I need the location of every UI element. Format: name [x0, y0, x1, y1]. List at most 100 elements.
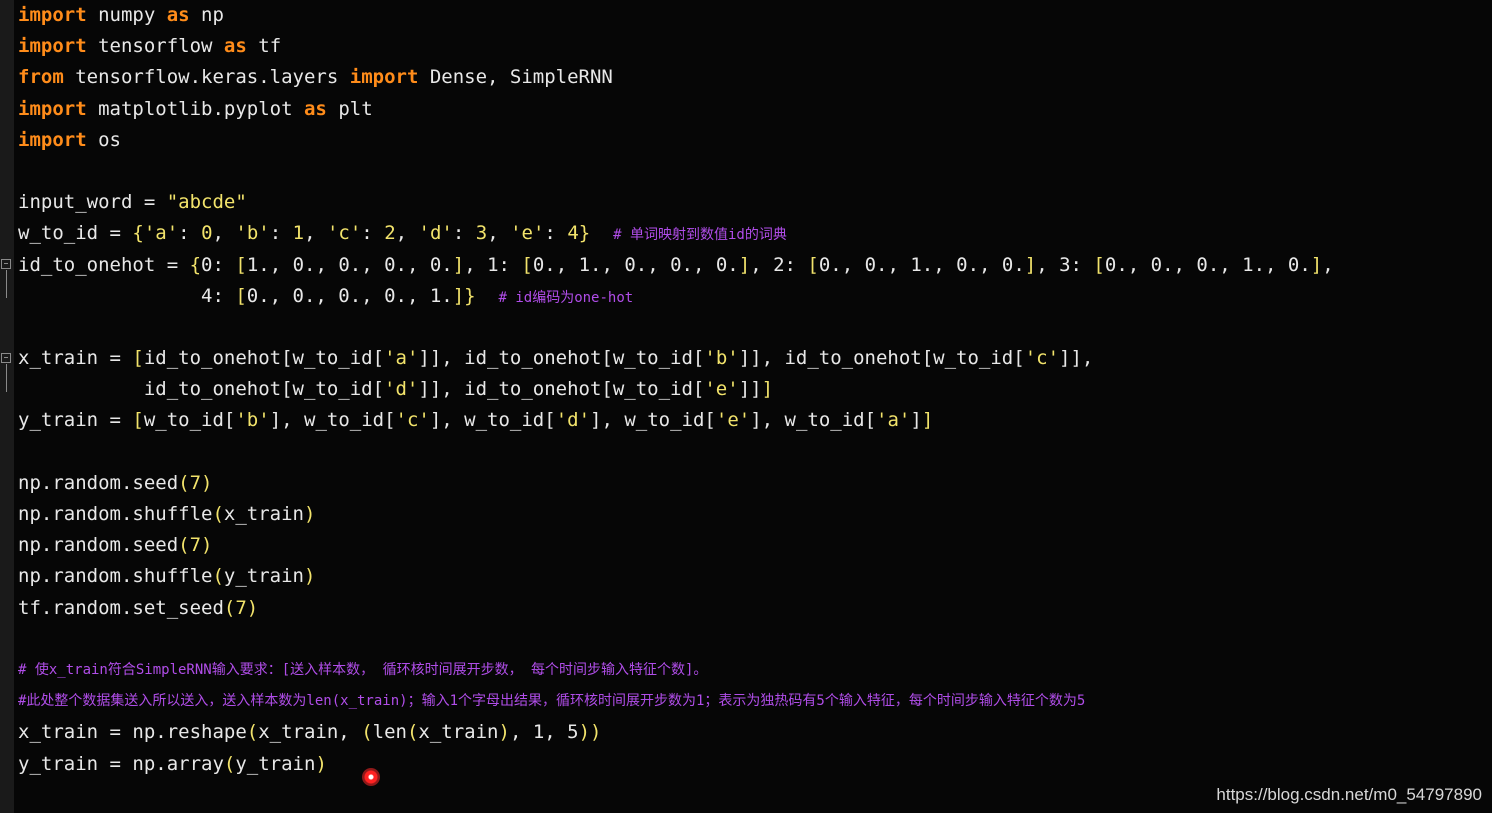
code-token: ]],	[1059, 347, 1094, 370]
code-line[interactable]: np.random.shuffle(x_train)	[18, 499, 1492, 530]
code-token: , 2:	[750, 253, 808, 276]
comment-token: #此处整个数据集送入所以送入，送入样本数为len(x_train)；输入1个字母…	[18, 693, 1086, 710]
string-token: 'e'	[510, 222, 545, 245]
keyword-token: as	[303, 97, 327, 120]
code-token: os	[86, 128, 121, 151]
code-token: )	[498, 721, 510, 744]
code-token: ]	[452, 253, 465, 276]
code-token: ]]	[738, 378, 762, 401]
keyword-token: import	[18, 4, 87, 26]
code-token: len	[372, 721, 407, 744]
code-token: input_word =	[18, 191, 167, 214]
code-token: (	[223, 752, 236, 775]
code-token: ]	[761, 378, 774, 401]
code-line[interactable]: import tensorflow as tf	[18, 31, 1492, 62]
code-line[interactable]: x_train = [id_to_onehot[w_to_id['a']], i…	[18, 343, 1492, 374]
string-token: 'a'	[876, 409, 911, 432]
code-line[interactable]: from tensorflow.keras.layers import Dens…	[18, 62, 1492, 93]
code-token: y_train	[235, 752, 316, 775]
watermark-url: https://blog.csdn.net/m0_54797890	[1216, 785, 1482, 804]
code-token: )	[304, 503, 316, 525]
code-line[interactable]: y_train = [w_to_id['b'], w_to_id['c'], w…	[18, 405, 1492, 436]
code-token: ], w_to_id[	[429, 409, 556, 432]
code-token: (	[361, 721, 373, 744]
code-token: ]	[1310, 253, 1323, 276]
string-token: 'a'	[143, 222, 179, 245]
string-token: 'c'	[1024, 347, 1060, 370]
keyword-token: as	[223, 35, 247, 58]
code-token: (7)	[223, 596, 259, 619]
code-token: ,	[487, 222, 511, 245]
code-token: x_train =	[18, 347, 133, 370]
code-line[interactable]: np.random.seed(7)	[18, 530, 1492, 561]
code-token: 0., 0., 0., 0., 1.	[246, 284, 453, 307]
code-token: :	[361, 222, 385, 245]
code-line[interactable]: w_to_id = {'a': 0, 'b': 1, 'c': 2, 'd': …	[18, 218, 1492, 249]
code-token: )	[304, 565, 316, 588]
fold-toggle-icon[interactable]	[1, 353, 11, 363]
code-token: numpy	[86, 4, 167, 26]
code-token: ], w_to_id[	[269, 409, 396, 432]
code-token: (	[406, 721, 419, 744]
code-token: {	[132, 222, 144, 245]
code-token: {	[189, 253, 202, 276]
code-line[interactable]: y_train = np.array(y_train)	[18, 749, 1492, 780]
code-token: Dense, SimpleRNN	[418, 66, 613, 89]
code-token: tf.random.set_seed	[18, 596, 224, 619]
code-line[interactable]: #此处整个数据集送入所以送入，送入样本数为len(x_train)；输入1个字母…	[18, 686, 1492, 717]
code-line[interactable]: input_word = "abcde"	[18, 187, 1492, 218]
string-token: 'd'	[384, 378, 419, 401]
code-token: ,	[304, 222, 327, 245]
code-token: [	[235, 284, 247, 307]
code-token: (	[212, 503, 224, 525]
code-token: np.random.shuffle	[18, 565, 213, 588]
code-token: , 1, 5	[509, 721, 579, 744]
mouse-pointer-icon	[362, 768, 380, 786]
code-token: tensorflow	[86, 35, 224, 58]
code-line[interactable]: x_train = np.reshape(x_train, (len(x_tra…	[18, 717, 1492, 748]
code-token: , 1:	[464, 253, 522, 276]
code-token: ]	[738, 253, 751, 276]
code-line[interactable]: import matplotlib.pyplot as plt	[18, 94, 1492, 125]
code-token: }	[578, 222, 591, 245]
code-token: [	[521, 253, 533, 276]
code-line[interactable]: np.random.seed(7)	[18, 468, 1492, 499]
code-line[interactable]: id_to_onehot[w_to_id['d']], id_to_onehot…	[18, 374, 1492, 405]
code-token: ], w_to_id[	[590, 409, 716, 432]
string-token: 'd'	[418, 222, 453, 245]
code-line[interactable]: import os	[18, 125, 1492, 156]
code-token: 4	[567, 222, 579, 245]
code-area[interactable]: import numpy as np import tensorflow as t…	[18, 0, 1492, 780]
code-token: (	[212, 565, 224, 588]
string-token: 'e'	[715, 409, 751, 432]
string-token: 'b'	[235, 409, 270, 432]
code-line[interactable]: tf.random.set_seed(7)	[18, 593, 1492, 624]
code-token: ))	[578, 721, 602, 744]
code-line[interactable]	[18, 312, 1492, 343]
code-token: y_train = np.array	[18, 752, 224, 775]
code-token: :	[269, 222, 293, 245]
keyword-token: import	[18, 128, 87, 151]
code-line[interactable]: import numpy as np	[18, 0, 1492, 31]
code-token: 0., 1., 0., 0., 0.	[532, 253, 739, 276]
code-line[interactable]: id_to_onehot = {0: [1., 0., 0., 0., 0.],…	[18, 250, 1492, 281]
string-token: 'd'	[555, 409, 591, 432]
code-token: 0:	[201, 253, 236, 276]
keyword-token: as	[166, 4, 190, 26]
code-line[interactable]: np.random.shuffle(y_train)	[18, 561, 1492, 592]
code-line[interactable]	[18, 156, 1492, 187]
code-token: w_to_id =	[18, 222, 133, 245]
code-token: matplotlib.pyplot	[86, 97, 304, 120]
code-editor[interactable]: import numpy as np import tensorflow as t…	[0, 0, 1492, 813]
code-token: )	[315, 752, 327, 775]
string-token: 'c'	[395, 409, 430, 432]
code-line[interactable]	[18, 437, 1492, 468]
code-line[interactable]: # 使x_train符合SimpleRNN输入要求：[送入样本数， 循环核时间展…	[18, 655, 1492, 686]
code-line[interactable]	[18, 624, 1492, 655]
code-token: ]}	[452, 284, 476, 307]
code-token: ]], id_to_onehot[w_to_id[	[418, 347, 705, 370]
fold-toggle-icon[interactable]	[1, 259, 11, 269]
editor-gutter	[0, 0, 14, 813]
code-line[interactable]: 4: [0., 0., 0., 0., 1.]} # id编码为one-hot	[18, 281, 1492, 312]
